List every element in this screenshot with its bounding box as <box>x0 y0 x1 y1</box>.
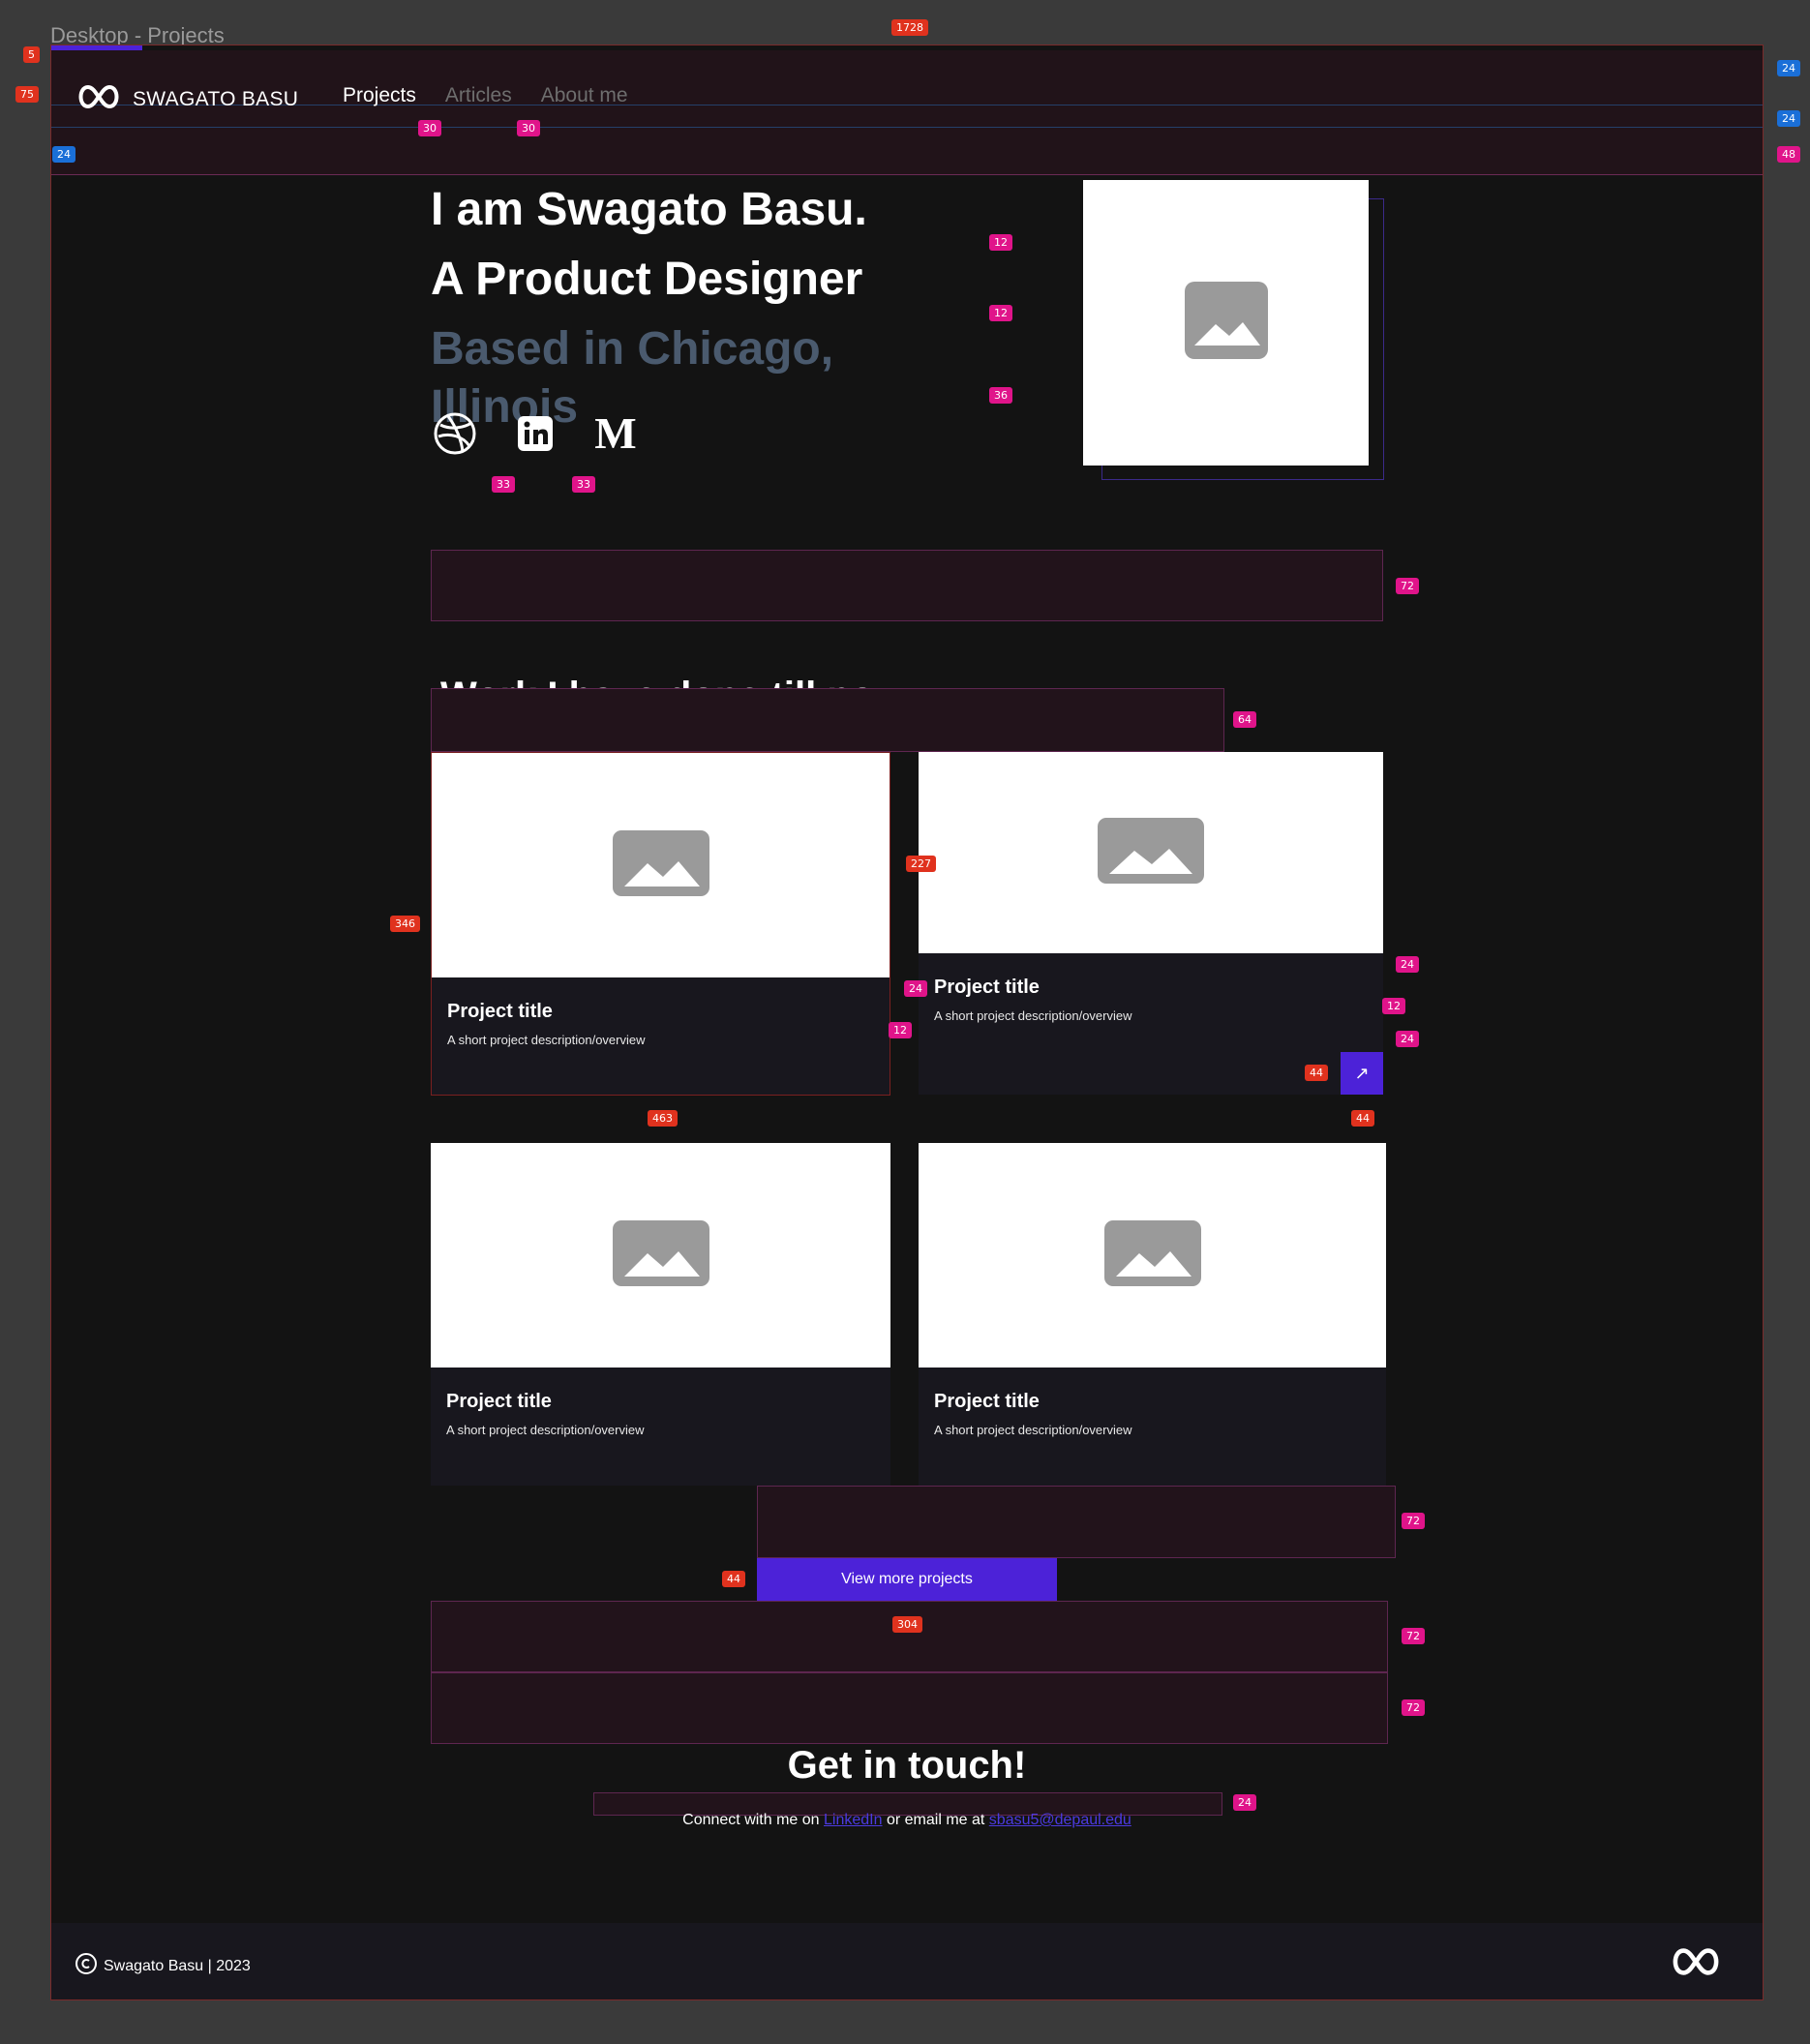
measure-tag: 24 <box>1396 956 1419 973</box>
measure-tag: 12 <box>989 234 1012 251</box>
project-title: Project title <box>447 1001 553 1022</box>
hero-text: I am Swagato Basu. A Product Designer Ba… <box>431 181 973 448</box>
project-image <box>919 1143 1386 1368</box>
contact-middle: or email me at <box>886 1812 985 1828</box>
measure-tag: 44 <box>1305 1065 1328 1081</box>
image-placeholder-icon <box>1103 1219 1201 1291</box>
measure-tag: 12 <box>889 1022 912 1038</box>
image-placeholder-icon <box>1184 282 1268 364</box>
measure-tag: 48 <box>1777 146 1800 163</box>
project-title: Project title <box>446 1391 552 1412</box>
project-image <box>432 753 890 977</box>
measure-tag: 24 <box>1777 110 1800 127</box>
measure-tag: 24 <box>1233 1794 1256 1811</box>
measure-tag: 72 <box>1402 1699 1425 1716</box>
measure-tag: 72 <box>1396 578 1419 594</box>
hero-line-1: I am Swagato Basu. <box>431 184 867 235</box>
nav-articles[interactable]: Articles <box>445 84 512 107</box>
contact-heading: Get in touch! <box>787 1744 1027 1787</box>
measure-tag: 44 <box>722 1571 745 1587</box>
measure-tag: 12 <box>1382 998 1405 1014</box>
measure-tag: 72 <box>1402 1513 1425 1529</box>
nav-guide <box>51 105 1763 128</box>
social-links: M <box>431 409 640 458</box>
infinity-logo-icon <box>1668 1948 1724 1981</box>
nav-links: Projects Articles About me <box>343 84 628 107</box>
spacer-72 <box>431 1601 1388 1672</box>
open-project-button[interactable]: ↗ <box>1341 1052 1383 1095</box>
dribbble-icon[interactable] <box>431 409 479 458</box>
measure-tag: 24 <box>52 146 75 163</box>
measure-tag: 346 <box>390 916 420 932</box>
measure-tag: 44 <box>1351 1110 1374 1127</box>
infinity-logo-icon <box>75 83 123 115</box>
linkedin-link[interactable]: LinkedIn <box>824 1812 883 1828</box>
project-title: Project title <box>934 977 1040 998</box>
nav-about-me[interactable]: About me <box>541 84 628 107</box>
measure-tag: 1728 <box>891 19 928 36</box>
view-more-projects-button[interactable]: View more projects <box>757 1558 1057 1601</box>
image-placeholder-icon <box>612 829 709 901</box>
footer: Swagato Basu | 2023 <box>51 1923 1763 1999</box>
measure-tag: 12 <box>989 305 1012 321</box>
spacer-72 <box>431 1672 1388 1744</box>
image-placeholder-icon <box>1098 817 1204 888</box>
contact-prefix: Connect with me on <box>682 1812 820 1828</box>
measure-tag: 30 <box>517 120 540 136</box>
project-title: Project title <box>934 1391 1040 1412</box>
nav-projects[interactable]: Projects <box>343 84 416 107</box>
project-description: A short project description/overview <box>934 1423 1132 1437</box>
measure-tag: 30 <box>418 120 441 136</box>
measure-tag: 64 <box>1233 711 1256 728</box>
measure-tag: 304 <box>892 1616 922 1633</box>
hero-image <box>1083 180 1369 466</box>
top-nav: SWAGATO BASU Projects Articles About me <box>51 50 1763 175</box>
contact-line: Connect with me on LinkedIn or email me … <box>51 1812 1763 1829</box>
footer-copyright: Swagato Basu | 2023 <box>75 1952 251 1980</box>
brand-logo[interactable]: SWAGATO BASU <box>75 83 298 115</box>
spacer-72 <box>431 550 1383 621</box>
measure-tag: 72 <box>1402 1628 1425 1644</box>
footer-text: Swagato Basu | 2023 <box>104 1957 251 1974</box>
linkedin-icon[interactable] <box>511 409 559 458</box>
measure-tag: 24 <box>1777 60 1800 76</box>
measure-tag: 227 <box>906 856 936 872</box>
measure-tag: 24 <box>904 980 927 997</box>
measure-tag: 24 <box>1396 1031 1419 1047</box>
measure-tag: 75 <box>15 86 39 103</box>
project-description: A short project description/overview <box>446 1423 645 1437</box>
project-image <box>919 752 1383 953</box>
hero-line-2: A Product Designer <box>431 254 863 305</box>
medium-icon[interactable]: M <box>591 409 640 458</box>
measure-tag: 5 <box>23 46 40 63</box>
measure-tag: 33 <box>492 476 515 493</box>
spacer-64 <box>431 688 1224 752</box>
measure-tag: 36 <box>989 387 1012 404</box>
image-placeholder-icon <box>612 1219 709 1291</box>
footer-logo[interactable] <box>1668 1946 1724 1982</box>
project-description: A short project description/overview <box>934 1008 1132 1023</box>
measure-tag: 463 <box>648 1110 678 1127</box>
measure-tag: 33 <box>572 476 595 493</box>
project-card-3[interactable]: Project title A short project descriptio… <box>431 1143 890 1486</box>
project-image <box>431 1143 890 1368</box>
project-card-1[interactable]: Project title A short project descriptio… <box>431 752 890 1096</box>
project-description: A short project description/overview <box>447 1033 646 1047</box>
brand-name: SWAGATO BASU <box>133 87 299 110</box>
project-card-4[interactable]: Project title A short project descriptio… <box>919 1143 1386 1486</box>
project-card-2[interactable]: Project title A short project descriptio… <box>919 752 1383 1095</box>
copyright-icon <box>75 1952 98 1980</box>
email-link[interactable]: sbasu5@depaul.edu <box>989 1812 1131 1828</box>
spacer-72 <box>757 1486 1396 1558</box>
